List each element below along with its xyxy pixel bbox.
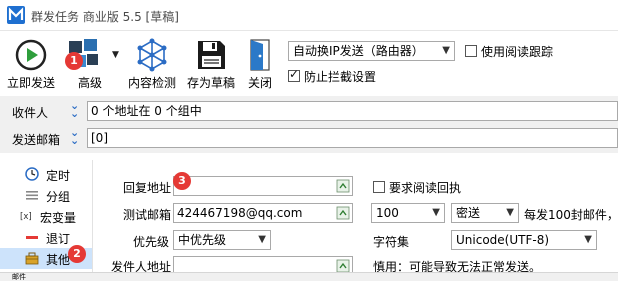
sender-mailbox-row: 发送邮箱 ⌄ ⌄ [0] xyxy=(0,123,618,153)
nav-label-group: 分组 xyxy=(46,190,71,204)
chevron-down-icon: ▼ xyxy=(258,234,266,245)
recipients-value: 0 个地址在 0 个组中 xyxy=(91,104,202,118)
door-exit-icon xyxy=(250,39,270,71)
content-check-label: 内容检测 xyxy=(127,76,176,90)
nav-item-schedule[interactable]: 定时 xyxy=(0,164,92,185)
send-count-select[interactable]: 100 ▼ xyxy=(371,203,445,223)
nav-label-other: 其他 xyxy=(46,253,71,267)
priority-label: 优先级 xyxy=(133,235,170,249)
variable-icon: [x] xyxy=(20,212,32,222)
sender-mailbox-field[interactable]: [0] xyxy=(87,128,618,148)
chevron-down-icon: ▼ xyxy=(432,207,440,218)
sender-mailbox-label: 发送邮箱 xyxy=(12,133,61,147)
address-book-icon[interactable] xyxy=(336,179,350,193)
test-mailbox-label: 测试邮箱 xyxy=(123,208,172,222)
sender-mailbox-value: [0] xyxy=(91,131,108,145)
svg-text:[x]: [x] xyxy=(20,212,32,222)
priority-value: 中优先级 xyxy=(178,233,227,247)
nav-label-macro: 宏变量 xyxy=(40,211,77,225)
advanced-button[interactable]: ▼ 高级 1 xyxy=(60,34,124,92)
send-now-label: 立即发送 xyxy=(6,76,55,90)
advanced-dropdown-arrow-icon[interactable]: ▼ xyxy=(112,50,119,60)
callout-badge-2: 2 xyxy=(68,245,86,263)
toolbox-icon xyxy=(25,252,39,265)
reply-address-label: 回复地址 xyxy=(123,181,172,195)
app-logo-icon xyxy=(7,6,25,24)
chevron-down-icon: ▼ xyxy=(584,234,592,245)
charset-select[interactable]: Unicode(UTF-8) ▼ xyxy=(451,230,597,250)
floppy-disk-icon xyxy=(198,41,225,69)
recipients-field[interactable]: 0 个地址在 0 个组中 xyxy=(87,101,618,121)
content-check-button[interactable]: 内容检测 xyxy=(124,34,180,92)
nav-label-schedule: 定时 xyxy=(46,169,71,183)
send-mode-select[interactable]: 自动换IP发送（路由器） ▼ xyxy=(288,41,455,61)
chevron-down-icon: ▼ xyxy=(506,207,514,218)
send-type-select[interactable]: 密送 ▼ xyxy=(451,203,519,223)
read-tracking-label: 使用阅读跟踪 xyxy=(481,45,554,59)
list-icon xyxy=(26,191,38,200)
read-receipt-checkbox[interactable] xyxy=(373,181,385,193)
title-bar: 群发任务 商业版 5.5 [草稿] xyxy=(0,0,618,31)
send-type-value: 密送 xyxy=(456,206,481,220)
callout-badge-3: 3 xyxy=(173,172,191,190)
anti-intercept-checkbox[interactable] xyxy=(288,67,300,82)
window-title: 群发任务 商业版 5.5 [草稿] xyxy=(31,10,179,24)
settings-nav: 定时 分组 [x] 宏变量 退订 其他 2 xyxy=(0,160,93,280)
save-draft-button[interactable]: 存为草稿 xyxy=(184,34,238,92)
test-mailbox-field[interactable]: 424467198@qq.com xyxy=(173,203,353,223)
send-now-button[interactable]: 立即发送 xyxy=(4,34,58,92)
reply-address-field[interactable] xyxy=(173,176,353,196)
recipients-row: 收件人 ⌄ ⌄ 0 个地址在 0 个组中 xyxy=(0,96,618,126)
unsubscribe-icon xyxy=(26,236,38,239)
callout-badge-1: 1 xyxy=(65,52,83,70)
charset-label: 字符集 xyxy=(373,235,410,249)
per-mail-text: 每发100封邮件，? xyxy=(524,208,618,222)
close-button[interactable]: 关闭 xyxy=(240,34,280,92)
chevron-down-icon: ▼ xyxy=(442,45,450,56)
save-draft-label: 存为草稿 xyxy=(186,76,235,90)
clock-icon xyxy=(25,167,39,181)
send-count-value: 100 xyxy=(376,206,399,220)
address-book-icon[interactable] xyxy=(336,259,350,273)
anti-intercept-label: 防止拦截设置 xyxy=(304,70,377,84)
nav-item-group[interactable]: 分组 xyxy=(0,185,92,206)
nav-label-unsubscribe: 退订 xyxy=(46,232,71,246)
priority-select[interactable]: 中优先级 ▼ xyxy=(173,230,271,250)
read-receipt-label: 要求阅读回执 xyxy=(389,181,462,195)
recipients-label: 收件人 xyxy=(12,106,49,120)
play-icon xyxy=(15,39,47,71)
advanced-label: 高级 xyxy=(77,76,102,90)
close-label: 关闭 xyxy=(247,76,272,90)
charset-value: Unicode(UTF-8) xyxy=(456,233,550,247)
nav-item-macro[interactable]: [x] 宏变量 xyxy=(0,206,92,227)
read-tracking-checkbox[interactable] xyxy=(465,45,477,57)
test-mailbox-value: 424467198@qq.com xyxy=(177,206,303,220)
double-chevron-down-icon[interactable]: ⌄ ⌄ xyxy=(70,127,84,146)
network-check-icon xyxy=(137,38,167,72)
settings-pane: 回复地址 3 要求阅读回执 测试邮箱 424467198@qq.com 100 … xyxy=(93,160,618,280)
double-chevron-down-icon[interactable]: ⌄ ⌄ xyxy=(70,100,84,119)
send-mode-value: 自动换IP发送（路由器） xyxy=(293,44,424,58)
address-book-icon[interactable] xyxy=(336,206,350,220)
toolbar: 立即发送 ▼ 高级 1 内容检测 存为草稿 关闭 自动换IP发送（路由器） ▼ … xyxy=(0,31,618,92)
